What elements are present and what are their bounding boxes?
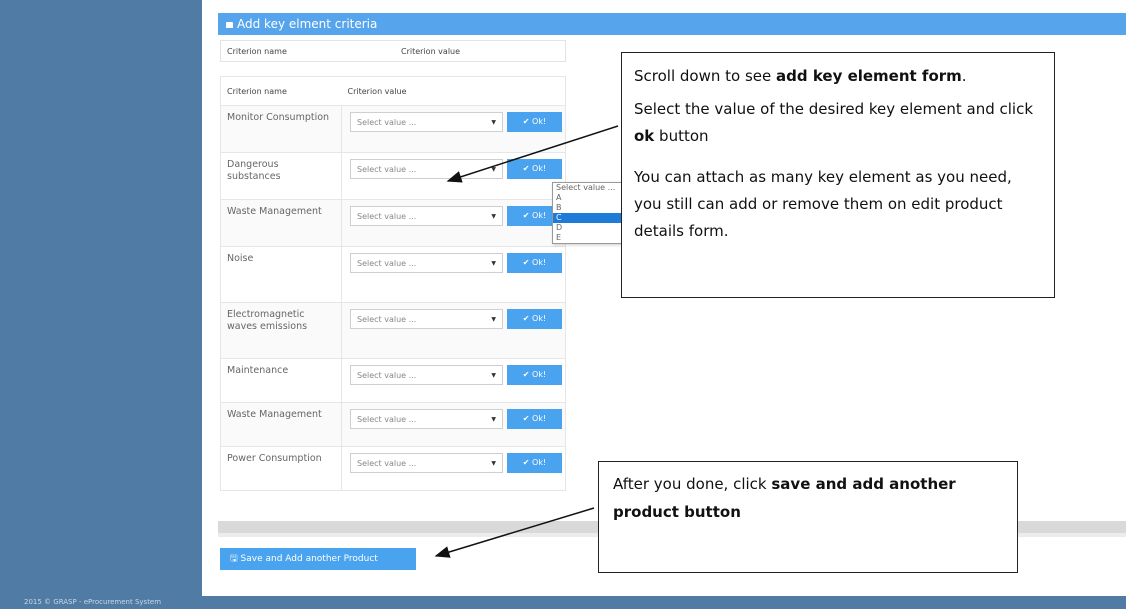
criterion-name: Electromagnetic waves emissions [220,302,342,359]
instruction-callout: Scroll down to see add key element form.… [621,52,1055,298]
ok-button[interactable]: ✔ Ok! [507,112,562,132]
select-placeholder: Select value ... [357,371,417,380]
ok-label: Ok! [532,117,547,126]
ok-label: Ok! [532,314,547,323]
criterion-value-cell: Select value ... ▼ ✔ Ok! [341,199,566,247]
value-select[interactable]: Select value ... ▼ [350,112,503,132]
top-header-criterion-value: Criterion value [401,47,461,56]
callout-paragraph: Scroll down to see add key element form. [634,67,967,85]
value-select[interactable]: Select value ... ▼ [350,206,503,226]
table-row: Waste Management Select value ... ▼ ✔ Ok! [220,402,566,447]
table-row: Monitor Consumption Select value ... ▼ ✔ O… [220,105,566,153]
value-select[interactable]: Select value ... ▼ [350,253,503,273]
top-table-header: Criterion name Criterion value [220,40,566,62]
ok-label: Ok! [532,370,547,379]
select-placeholder: Select value ... [357,259,417,268]
caret-down-icon: ▼ [491,260,496,267]
ok-label: Ok! [532,164,547,173]
table-header-row: Criterion name Criterion value [220,76,566,106]
criterion-name: Dangerous substances [220,152,342,200]
select-placeholder: Select value ... [357,212,417,221]
caret-down-icon: ▼ [491,416,496,423]
criterion-name: Waste Management [220,199,342,247]
select-placeholder: Select value ... [357,315,417,324]
save-instruction-callout: After you done, click save and add anoth… [598,461,1018,573]
table-row: Power Consumption Select value ... ▼ ✔ Ok! [220,446,566,491]
panel-title: Add key elment criteria [237,17,378,31]
criterion-value-cell: Select value ... ▼ ✔ Ok! [341,302,566,359]
criterion-value-cell: Select value ... ▼ ✔ Ok! [341,446,566,491]
ok-button[interactable]: ✔ Ok! [507,253,562,273]
caret-down-icon: ▼ [491,372,496,379]
caret-down-icon: ▼ [491,316,496,323]
criterion-value-cell: Select value ... ▼ ✔ Ok! [341,152,566,200]
value-select[interactable]: Select value ... ▼ [350,365,503,385]
save-and-add-another-button[interactable]: 🖫 Save and Add another Product [220,548,416,570]
sidebar [0,0,202,596]
select-placeholder: Select value ... [357,459,417,468]
criterion-value-cell: Select value ... ▼ ✔ Ok! [341,105,566,153]
value-select[interactable]: Select value ... ▼ [350,159,503,179]
criteria-table: Criterion name Criterion value Monitor C… [220,76,566,491]
table-row: Noise Select value ... ▼ ✔ Ok! [220,246,566,303]
select-placeholder: Select value ... [357,165,417,174]
table-row: Waste Management Select value ... ▼ ✔ Ok! [220,199,566,247]
criterion-name: Power Consumption [220,446,342,491]
top-header-criterion-name: Criterion name [227,47,287,56]
header-criterion-name: Criterion name [220,76,342,106]
select-placeholder: Select value ... [357,118,417,127]
callout-paragraph: You can attach as many key element as yo… [634,168,1012,240]
criterion-name: Waste Management [220,402,342,447]
criterion-name: Maintenance [220,358,342,403]
home-icon [226,22,233,28]
ok-button[interactable]: ✔ Ok! [507,409,562,429]
select-placeholder: Select value ... [357,415,417,424]
ok-button[interactable]: ✔ Ok! [507,365,562,385]
footer: 2015 © GRASP - eProcurement System [0,596,1126,609]
ok-label: Ok! [532,211,547,220]
ok-label: Ok! [532,458,547,467]
table-row: Electromagnetic waves emissions Select v… [220,302,566,359]
table-row: Maintenance Select value ... ▼ ✔ Ok! [220,358,566,403]
criterion-name: Monitor Consumption [220,105,342,153]
ok-label: Ok! [532,258,547,267]
header-criterion-value: Criterion value [341,76,566,106]
criterion-value-cell: Select value ... ▼ ✔ Ok! [341,358,566,403]
save-button-label: Save and Add another Product [240,554,378,564]
panel-header: Add key elment criteria [218,13,1126,35]
criterion-value-cell: Select value ... ▼ ✔ Ok! [341,246,566,303]
caret-down-icon: ▼ [491,119,496,126]
ok-label: Ok! [532,414,547,423]
ok-button[interactable]: ✔ Ok! [507,159,562,179]
table-row: Dangerous substances Select value ... ▼ ✔ … [220,152,566,200]
caret-down-icon: ▼ [491,460,496,467]
caret-down-icon: ▼ [491,213,496,220]
criterion-value-cell: Select value ... ▼ ✔ Ok! [341,402,566,447]
value-select[interactable]: Select value ... ▼ [350,453,503,473]
ok-button[interactable]: ✔ Ok! [507,309,562,329]
value-select[interactable]: Select value ... ▼ [350,409,503,429]
value-select[interactable]: Select value ... ▼ [350,309,503,329]
criterion-name: Noise [220,246,342,303]
save-icon: 🖫 [230,554,238,564]
ok-button[interactable]: ✔ Ok! [507,453,562,473]
callout-paragraph: Select the value of the desired key elem… [634,100,1034,145]
caret-down-icon: ▼ [491,166,496,173]
